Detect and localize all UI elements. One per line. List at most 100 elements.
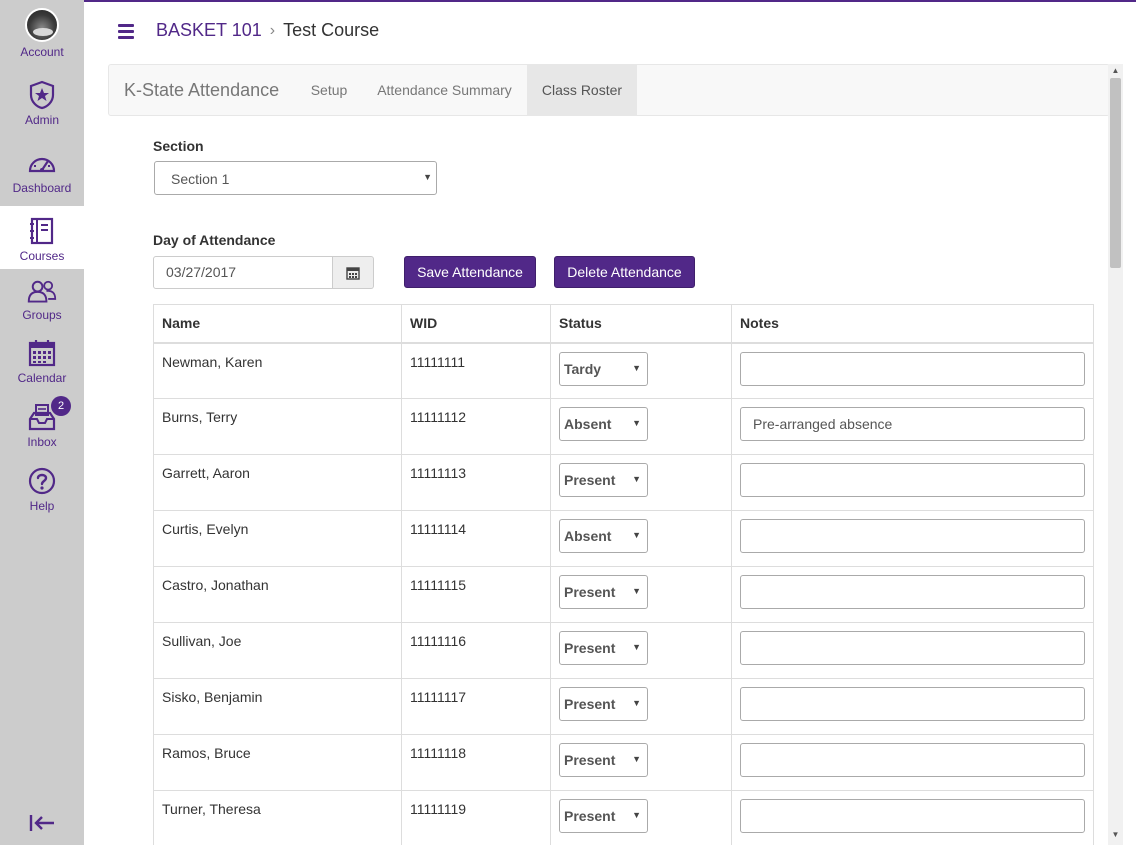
column-header-wid: WID: [401, 304, 551, 344]
student-wid: 11111112: [401, 398, 551, 455]
table-row: Ramos, Bruce 11111118 Present ▼: [153, 734, 1094, 791]
hamburger-bar: [118, 24, 134, 27]
book-icon: [27, 216, 57, 246]
student-wid: 11111117: [401, 678, 551, 735]
notes-cell: [731, 790, 1094, 845]
nav-label-admin: Admin: [24, 113, 59, 127]
tab-class-roster[interactable]: Class Roster: [527, 65, 637, 115]
status-cell: Present ▼: [550, 790, 732, 845]
nav-item-help[interactable]: Help: [0, 466, 84, 514]
course-menu-toggle[interactable]: [118, 24, 134, 40]
nav-item-dashboard[interactable]: Dashboard: [0, 148, 84, 200]
column-header-status: Status: [550, 304, 732, 344]
status-cell: Present ▼: [550, 734, 732, 791]
student-wid: 11111119: [401, 790, 551, 845]
tab-attendance-summary[interactable]: Attendance Summary: [362, 65, 527, 115]
notes-cell: [731, 510, 1094, 567]
breadcrumb-course-link[interactable]: BASKET 101: [156, 20, 262, 41]
status-cell: Present ▼: [550, 454, 732, 511]
notes-input[interactable]: [740, 687, 1085, 721]
chevron-down-icon: ▼: [423, 172, 432, 182]
status-select[interactable]: Present ▼: [559, 799, 648, 833]
notes-input[interactable]: [740, 631, 1085, 665]
breadcrumb-separator-icon: ›: [269, 21, 276, 39]
notes-input[interactable]: [740, 519, 1085, 553]
notes-input[interactable]: Pre-arranged absence: [740, 407, 1085, 441]
notes-input[interactable]: [740, 799, 1085, 833]
attendance-tool-frame: K-State Attendance Setup Attendance Summ…: [108, 64, 1123, 845]
nav-label-courses: Courses: [19, 249, 65, 263]
status-value: Absent: [564, 528, 612, 544]
chevron-down-icon: ▼: [632, 530, 641, 540]
status-select[interactable]: Present ▼: [559, 575, 648, 609]
student-wid: 11111115: [401, 566, 551, 623]
calendar-icon: [346, 266, 360, 280]
nav-item-inbox[interactable]: 2 Inbox: [0, 396, 84, 450]
status-value: Present: [564, 640, 616, 656]
status-select[interactable]: Tardy ▼: [559, 351, 648, 386]
status-value: Present: [564, 808, 616, 824]
nav-label-groups: Groups: [22, 308, 62, 322]
status-cell: Tardy ▼: [550, 342, 732, 399]
status-select[interactable]: Absent ▼: [559, 519, 648, 553]
status-select[interactable]: Present ▼: [559, 631, 648, 665]
collapse-nav-button[interactable]: [27, 808, 57, 838]
nav-item-admin[interactable]: Admin: [0, 80, 84, 132]
student-name: Castro, Jonathan: [153, 566, 402, 623]
status-select[interactable]: Present ▼: [559, 687, 648, 721]
nav-label-inbox: Inbox: [27, 435, 57, 449]
people-icon: [27, 276, 57, 305]
nav-item-courses[interactable]: Courses: [0, 206, 84, 269]
attendance-date-input[interactable]: 03/27/2017: [153, 256, 333, 289]
date-picker-button[interactable]: [333, 256, 374, 289]
notes-input[interactable]: [740, 351, 1085, 386]
table-row: Burns, Terry 11111112 Absent ▼ Pre-arrang…: [153, 398, 1094, 455]
tool-brand[interactable]: K-State Attendance: [124, 80, 279, 101]
status-select[interactable]: Absent ▼: [559, 407, 648, 441]
notes-input[interactable]: [740, 463, 1085, 497]
nav-label-dashboard: Dashboard: [12, 181, 72, 195]
tab-setup[interactable]: Setup: [296, 65, 362, 115]
nav-item-account[interactable]: Account: [0, 8, 84, 66]
table-row: Sisko, Benjamin 11111117 Present ▼: [153, 678, 1094, 735]
inbox-unread-badge: 2: [51, 396, 71, 416]
student-wid: 11111114: [401, 510, 551, 567]
inbox-icon: 2: [27, 396, 71, 432]
scroll-up-icon[interactable]: ▲: [1108, 66, 1123, 76]
status-select[interactable]: Present ▼: [559, 743, 648, 777]
table-row: Sullivan, Joe 11111116 Present ▼: [153, 622, 1094, 679]
table-row: Garrett, Aaron 11111113 Present ▼: [153, 454, 1094, 511]
speedometer-icon: [27, 148, 57, 178]
scrollbar-thumb[interactable]: [1110, 78, 1121, 268]
notes-input[interactable]: [740, 575, 1085, 609]
hamburger-bar: [118, 36, 134, 39]
scroll-down-icon[interactable]: ▼: [1108, 830, 1123, 840]
student-wid: 11111111: [401, 342, 551, 399]
vertical-scrollbar[interactable]: ▲ ▼: [1108, 64, 1123, 845]
table-row: Castro, Jonathan 11111115 Present ▼: [153, 566, 1094, 623]
section-select[interactable]: Section 1 ▼: [154, 161, 437, 195]
status-select[interactable]: Present ▼: [559, 463, 648, 497]
help-icon: [27, 466, 57, 496]
delete-attendance-button[interactable]: Delete Attendance: [554, 256, 695, 288]
nav-item-groups[interactable]: Groups: [0, 276, 84, 322]
nav-item-calendar[interactable]: Calendar: [0, 338, 84, 386]
status-cell: Absent ▼: [550, 398, 732, 455]
student-wid: 11111113: [401, 454, 551, 511]
chevron-down-icon: ▼: [632, 754, 641, 764]
notes-input[interactable]: [740, 743, 1085, 777]
status-cell: Present ▼: [550, 678, 732, 735]
top-accent-line: [84, 0, 1136, 2]
student-name: Ramos, Bruce: [153, 734, 402, 791]
nav-label-account: Account: [20, 45, 64, 59]
hamburger-bar: [118, 30, 134, 33]
student-name: Burns, Terry: [153, 398, 402, 455]
save-attendance-button[interactable]: Save Attendance: [404, 256, 536, 288]
status-value: Absent: [564, 416, 612, 432]
nav-label-help: Help: [29, 499, 55, 513]
avatar: [25, 8, 59, 42]
global-nav: Account Admin Dashboard Courses Groups C…: [0, 0, 84, 845]
column-header-notes: Notes: [731, 304, 1094, 344]
student-name: Newman, Karen: [153, 342, 402, 399]
column-header-name: Name: [153, 304, 402, 344]
